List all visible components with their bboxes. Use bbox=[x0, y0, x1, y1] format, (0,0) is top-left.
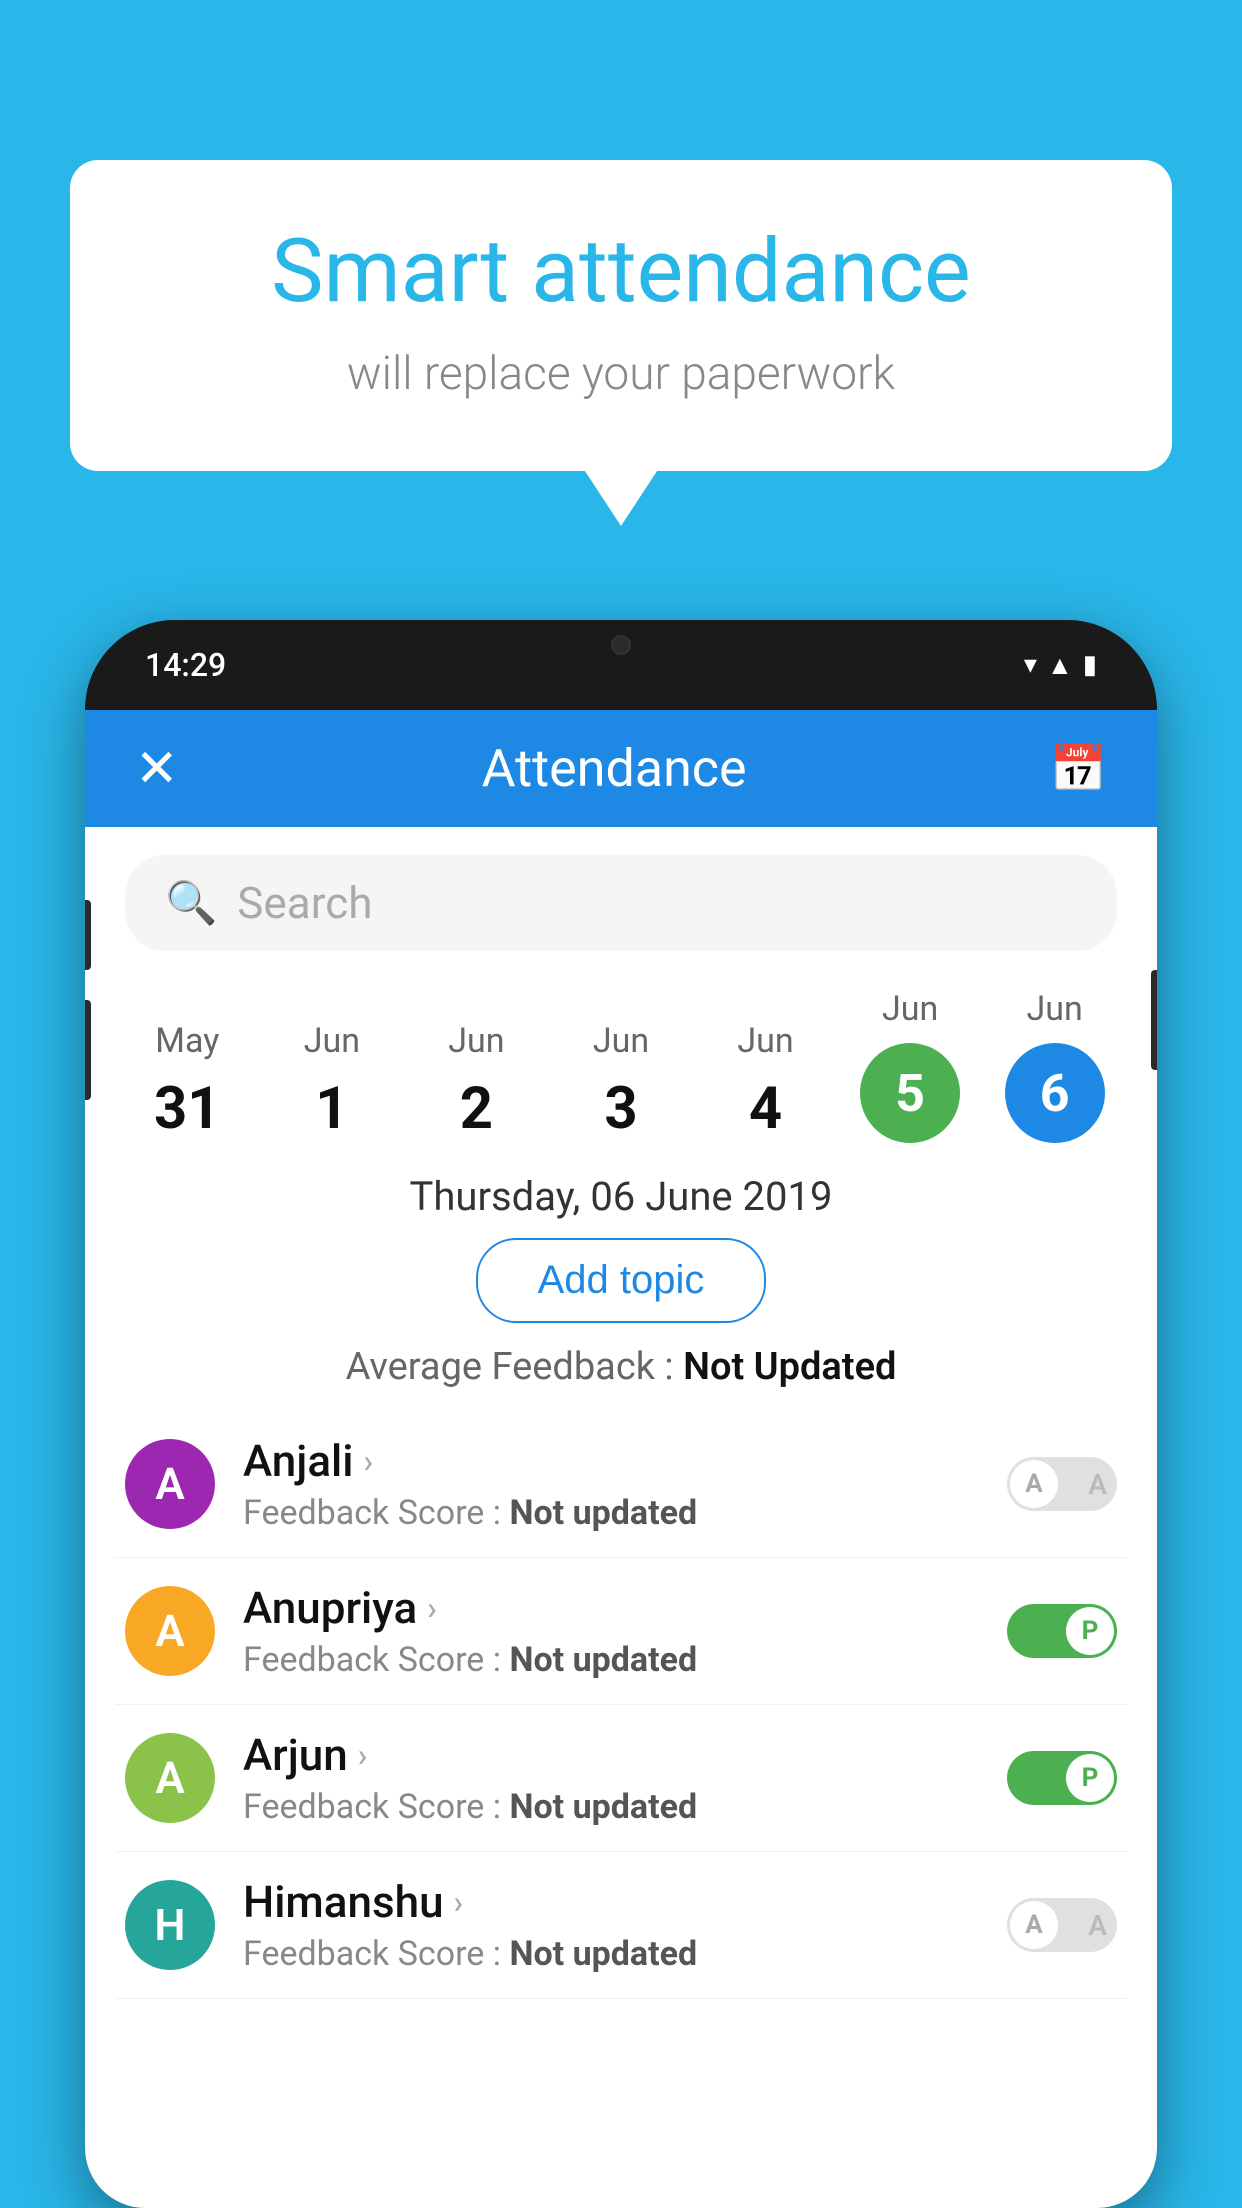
attendance-toggle-absent[interactable]: A A bbox=[1007, 1898, 1117, 1952]
month-label: Jun bbox=[737, 1021, 793, 1061]
date-row: May 31 Jun 1 Jun 2 Jun 3 Jun 4 Jun bbox=[85, 979, 1157, 1143]
day-number: 2 bbox=[460, 1075, 493, 1143]
calendar-icon[interactable]: 📅 bbox=[1050, 742, 1107, 796]
student-row: A Arjun › Feedback Score : Not updated P bbox=[115, 1705, 1127, 1852]
avatar: A bbox=[125, 1586, 215, 1676]
date-item-jun1[interactable]: Jun 1 bbox=[272, 1021, 392, 1143]
chevron-right-icon: › bbox=[427, 1589, 437, 1627]
status-time: 14:29 bbox=[145, 646, 226, 684]
day-number: 4 bbox=[749, 1075, 782, 1143]
date-item-jun4[interactable]: Jun 4 bbox=[706, 1021, 826, 1143]
phone-frame: 14:29 ▾ ▲ ▮ ✕ Attendance 📅 🔍 Search May … bbox=[85, 620, 1157, 2208]
bubble-title: Smart attendance bbox=[150, 220, 1092, 323]
selected-date-label: Thursday, 06 June 2019 bbox=[85, 1173, 1157, 1220]
avatar: H bbox=[125, 1880, 215, 1970]
volume-down-button bbox=[85, 1000, 91, 1100]
student-feedback: Feedback Score : Not updated bbox=[243, 1640, 979, 1680]
student-info: Arjun › Feedback Score : Not updated bbox=[243, 1729, 979, 1827]
date-item-jun2[interactable]: Jun 2 bbox=[416, 1021, 536, 1143]
attendance-toggle-absent[interactable]: A A bbox=[1007, 1457, 1117, 1511]
close-button[interactable]: ✕ bbox=[135, 738, 179, 799]
day-number: 5 bbox=[895, 1063, 925, 1124]
student-name[interactable]: Anupriya › bbox=[243, 1582, 979, 1634]
day-number: 3 bbox=[604, 1075, 637, 1143]
chevron-right-icon: › bbox=[363, 1442, 373, 1480]
month-label: Jun bbox=[304, 1021, 360, 1061]
avatar: A bbox=[125, 1439, 215, 1529]
chevron-right-icon: › bbox=[358, 1736, 368, 1774]
student-name[interactable]: Himanshu › bbox=[243, 1876, 979, 1928]
battery-icon: ▮ bbox=[1083, 650, 1097, 680]
month-label: Jun bbox=[448, 1021, 504, 1061]
student-info: Anjali › Feedback Score : Not updated bbox=[243, 1435, 979, 1533]
add-topic-button[interactable]: Add topic bbox=[476, 1238, 767, 1323]
power-button bbox=[1151, 970, 1157, 1070]
avg-feedback-value: Not Updated bbox=[683, 1345, 896, 1389]
student-row: H Himanshu › Feedback Score : Not update… bbox=[115, 1852, 1127, 1999]
bubble-subtitle: will replace your paperwork bbox=[150, 347, 1092, 401]
avg-feedback: Average Feedback : Not Updated bbox=[85, 1345, 1157, 1389]
avatar: A bbox=[125, 1733, 215, 1823]
status-icons: ▾ ▲ ▮ bbox=[1024, 650, 1097, 681]
month-label: Jun bbox=[593, 1021, 649, 1061]
status-bar: 14:29 ▾ ▲ ▮ bbox=[85, 620, 1157, 710]
notch bbox=[551, 620, 691, 670]
search-input[interactable]: Search bbox=[237, 877, 372, 929]
signal-icon: ▲ bbox=[1047, 650, 1073, 681]
chevron-right-icon: › bbox=[454, 1883, 464, 1921]
month-label: Jun bbox=[1027, 989, 1083, 1029]
student-feedback: Feedback Score : Not updated bbox=[243, 1787, 979, 1827]
student-name[interactable]: Arjun › bbox=[243, 1729, 979, 1781]
student-info: Anupriya › Feedback Score : Not updated bbox=[243, 1582, 979, 1680]
student-row: A Anupriya › Feedback Score : Not update… bbox=[115, 1558, 1127, 1705]
month-label: May bbox=[155, 1021, 219, 1061]
day-number: 31 bbox=[154, 1075, 221, 1143]
date-item-jun6-selected[interactable]: Jun 6 bbox=[995, 989, 1115, 1143]
student-row: A Anjali › Feedback Score : Not updated … bbox=[115, 1411, 1127, 1558]
date-item-jun3[interactable]: Jun 3 bbox=[561, 1021, 681, 1143]
attendance-toggle-present[interactable]: P bbox=[1007, 1604, 1117, 1658]
speech-bubble-container: Smart attendance will replace your paper… bbox=[70, 160, 1172, 471]
phone-screen: ✕ Attendance 📅 🔍 Search May 31 Jun 1 Jun… bbox=[85, 710, 1157, 2208]
volume-up-button bbox=[85, 900, 91, 970]
speech-bubble: Smart attendance will replace your paper… bbox=[70, 160, 1172, 471]
student-feedback: Feedback Score : Not updated bbox=[243, 1934, 979, 1974]
day-number: 6 bbox=[1040, 1063, 1070, 1124]
day-number: 1 bbox=[315, 1075, 348, 1143]
search-icon: 🔍 bbox=[165, 879, 217, 928]
app-header: ✕ Attendance 📅 bbox=[85, 710, 1157, 827]
student-list: A Anjali › Feedback Score : Not updated … bbox=[85, 1411, 1157, 1999]
avg-feedback-label: Average Feedback : bbox=[346, 1345, 683, 1389]
wifi-icon: ▾ bbox=[1024, 650, 1037, 680]
student-info: Himanshu › Feedback Score : Not updated bbox=[243, 1876, 979, 1974]
student-feedback: Feedback Score : Not updated bbox=[243, 1493, 979, 1533]
header-title: Attendance bbox=[482, 738, 747, 799]
student-name[interactable]: Anjali › bbox=[243, 1435, 979, 1487]
search-bar[interactable]: 🔍 Search bbox=[125, 855, 1117, 951]
month-label: Jun bbox=[882, 989, 938, 1029]
date-item-jun5-selected[interactable]: Jun 5 bbox=[850, 989, 970, 1143]
date-item-may31[interactable]: May 31 bbox=[127, 1021, 247, 1143]
camera bbox=[611, 635, 631, 655]
attendance-toggle-present[interactable]: P bbox=[1007, 1751, 1117, 1805]
